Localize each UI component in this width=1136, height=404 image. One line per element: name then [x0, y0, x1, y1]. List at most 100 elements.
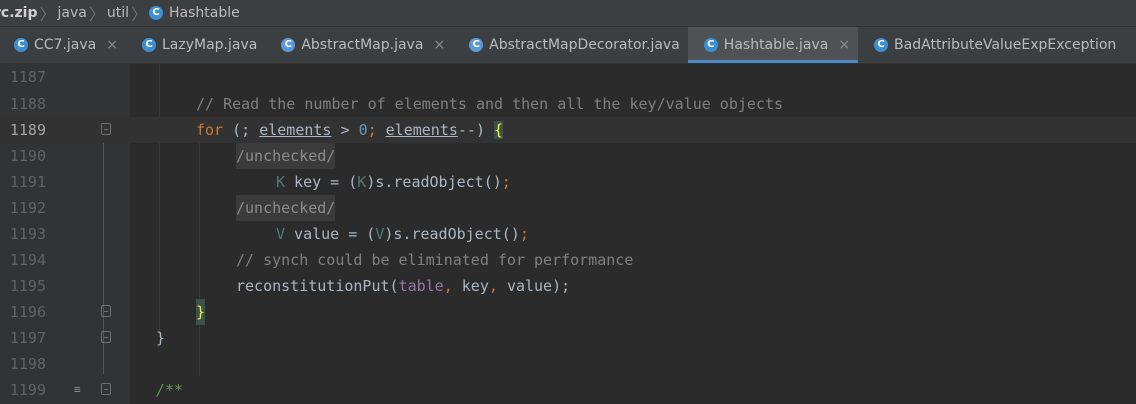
- code-javadoc: /**: [156, 381, 184, 399]
- class-icon: C: [141, 38, 156, 52]
- code-line: 1194 // synch could be eliminated for pe…: [0, 247, 1136, 273]
- code-line: 1195 reconstitutionPut(table, key, value…: [0, 273, 1136, 299]
- close-icon[interactable]: ×: [838, 37, 850, 53]
- class-icon: C: [874, 38, 889, 52]
- code-line: 1197 }: [0, 325, 1136, 351]
- tab-abstractmapdecorator[interactable]: C AbstractMapDecorator.java: [453, 27, 688, 63]
- code-token: ,: [488, 277, 507, 295]
- code-variable: key: [461, 277, 489, 295]
- code-text: V value = (V)s.readObject();: [276, 221, 529, 247]
- tab-lazymap[interactable]: C LazyMap.java: [126, 27, 265, 63]
- code-type-param: V: [276, 225, 286, 243]
- code-variable: elements: [259, 121, 332, 139]
- tab-label: CC7.java: [34, 37, 97, 53]
- breadcrumb-item-util[interactable]: util: [107, 0, 129, 26]
- matched-brace: {: [494, 121, 504, 139]
- matched-brace: }: [196, 299, 206, 325]
- breadcrumb: rc.zip 〉 java 〉 util 〉 C Hashtable: [0, 0, 1136, 27]
- line-number[interactable]: 1199: [0, 377, 46, 403]
- line-number[interactable]: 1190: [0, 143, 46, 169]
- folded-annotation[interactable]: /unchecked/: [236, 195, 336, 221]
- code-line: 1191 K key = (K)s.readObject();: [0, 169, 1136, 195]
- breadcrumb-label: java: [57, 5, 87, 21]
- code-number: 0: [358, 121, 368, 139]
- abstract-class-icon: C: [281, 38, 296, 52]
- tab-hashtable[interactable]: C Hashtable.java ×: [687, 27, 859, 63]
- line-number[interactable]: 1195: [0, 273, 46, 299]
- code-line: 1196 }: [0, 299, 1136, 325]
- code-line: 1187: [0, 64, 1136, 90]
- tab-badattributevalueexpexception[interactable]: C BadAttributeValueExpException: [858, 27, 1124, 63]
- code-token: (;: [223, 121, 260, 139]
- code-type-param: K: [357, 173, 367, 191]
- close-icon[interactable]: ×: [106, 37, 118, 53]
- line-number[interactable]: 1198: [0, 351, 46, 377]
- abstract-class-icon: C: [469, 38, 484, 52]
- line-number[interactable]: 1197: [0, 325, 46, 351]
- code-line: 1188 // Read the number of elements and …: [0, 91, 1136, 117]
- editor-tab-bar: C CC7.java × C LazyMap.java C AbstractMa…: [0, 27, 1136, 64]
- class-icon: C: [703, 38, 718, 52]
- tab-abstractmap[interactable]: C AbstractMap.java ×: [265, 27, 453, 63]
- code-token: key = (: [285, 173, 358, 191]
- line-number[interactable]: 1193: [0, 221, 46, 247]
- code-line: 1193 V value = (V)s.readObject();: [0, 221, 1136, 247]
- code-token: ;: [501, 173, 511, 191]
- breadcrumb-item-archive[interactable]: rc.zip: [0, 0, 38, 26]
- tab-label: AbstractMap.java: [301, 37, 424, 53]
- code-token: ;: [519, 225, 529, 243]
- code-token: )s.readObject(): [384, 225, 520, 243]
- class-runnable-icon: C: [14, 38, 28, 52]
- code-variable: value: [506, 277, 553, 295]
- line-number[interactable]: 1194: [0, 247, 46, 273]
- fold-end-icon[interactable]: [101, 305, 111, 317]
- tab-label: LazyMap.java: [161, 37, 258, 53]
- code-line: 1199 ≡ /**: [0, 377, 1136, 403]
- code-text: reconstitutionPut(table, key, value);: [236, 273, 570, 299]
- code-token: value = (: [285, 225, 376, 243]
- line-number[interactable]: 1196: [0, 299, 46, 325]
- code-token: >: [331, 121, 359, 139]
- code-comment: // synch could be eliminated for perform…: [236, 251, 634, 269]
- code-token: ;: [367, 121, 386, 139]
- breadcrumb-separator-icon: 〉: [130, 5, 147, 24]
- code-method-call: reconstitutionPut(: [236, 277, 399, 295]
- breadcrumb-label: Hashtable: [169, 5, 240, 21]
- tab-label: BadAttributeValueExpException: [894, 37, 1117, 53]
- code-token: )s.readObject(): [366, 173, 502, 191]
- code-line: 1192 /unchecked/: [0, 195, 1136, 221]
- breadcrumb-item-java[interactable]: java: [58, 0, 87, 26]
- fold-start-icon[interactable]: [101, 383, 111, 395]
- tab-label: AbstractMapDecorator.java: [489, 37, 680, 53]
- breadcrumb-item-hashtable[interactable]: C Hashtable: [149, 0, 240, 26]
- code-variable: elements: [385, 121, 458, 139]
- code-field: table: [398, 277, 444, 295]
- line-number[interactable]: 1192: [0, 195, 46, 221]
- code-token: );: [552, 277, 571, 295]
- code-type-param: K: [276, 173, 286, 191]
- code-line: 1198: [0, 351, 1136, 377]
- code-token: ,: [443, 277, 462, 295]
- tab-label: Hashtable.java: [723, 37, 829, 53]
- line-number[interactable]: 1191: [0, 169, 46, 195]
- breadcrumb-separator-icon: 〉: [39, 5, 56, 24]
- code-line-current: 1189 for (; elements > 0; elements--) {: [0, 117, 1136, 143]
- code-editor[interactable]: 1187 1188 // Read the number of elements…: [0, 64, 1136, 404]
- fold-start-icon[interactable]: [101, 123, 111, 135]
- line-number[interactable]: 1188: [0, 91, 46, 117]
- close-icon[interactable]: ×: [433, 37, 445, 53]
- code-token: --): [457, 121, 495, 139]
- code-text: K key = (K)s.readObject();: [276, 169, 511, 195]
- breadcrumb-separator-icon: 〉: [88, 5, 105, 24]
- line-number[interactable]: 1189: [0, 117, 46, 143]
- code-text: for (; elements > 0; elements--) {: [196, 117, 504, 143]
- breadcrumb-label: rc.zip: [0, 5, 38, 21]
- rendered-doc-toggle-icon[interactable]: ≡: [74, 384, 88, 396]
- breadcrumb-label: util: [106, 5, 129, 21]
- code-comment: // Read the number of elements and then …: [196, 95, 783, 113]
- fold-end-icon[interactable]: [101, 331, 111, 343]
- line-number[interactable]: 1187: [0, 64, 46, 90]
- folded-annotation[interactable]: /unchecked/: [236, 143, 336, 169]
- class-icon: C: [149, 6, 163, 20]
- tab-cc7[interactable]: C CC7.java ×: [0, 27, 126, 63]
